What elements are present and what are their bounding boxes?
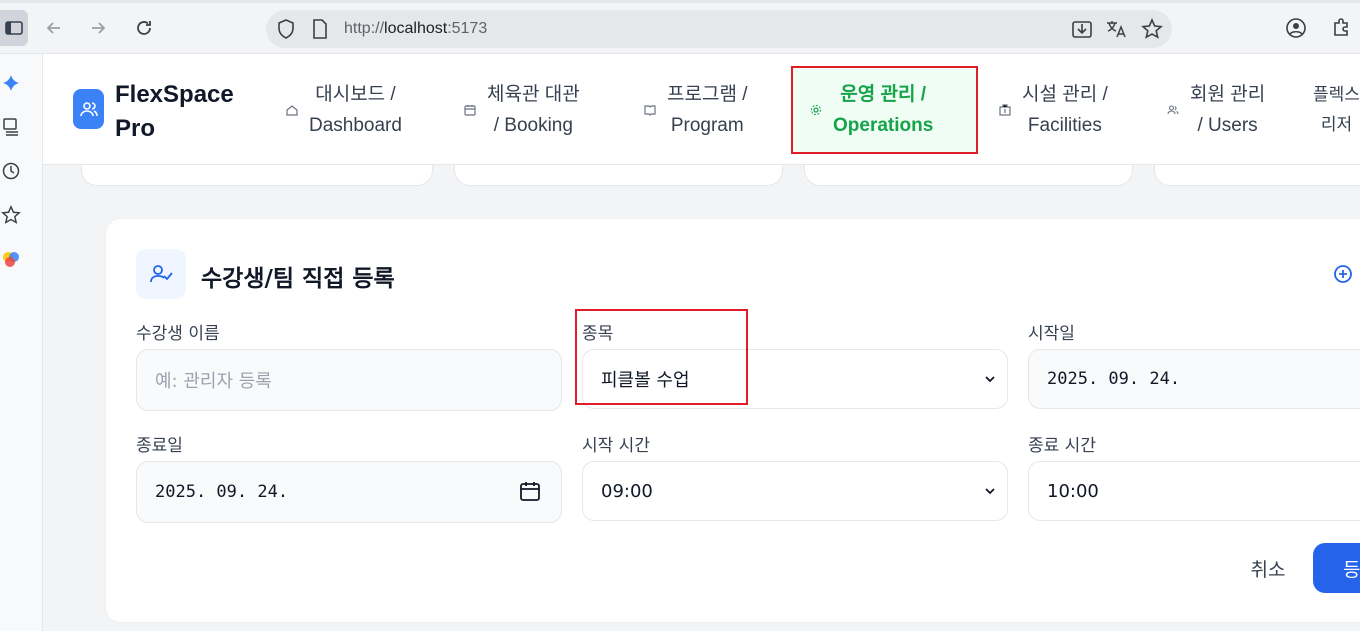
color-circles-icon[interactable] bbox=[0, 248, 22, 270]
users-logo-icon bbox=[79, 102, 98, 117]
sport-highlight-box bbox=[575, 309, 748, 405]
nav-facilities-label: 시설 관리 / Facilities bbox=[1022, 84, 1108, 136]
url-port: :5173 bbox=[447, 20, 488, 37]
chevron-down-icon bbox=[985, 376, 995, 383]
nav-operations-label: 운영 관리 / Operations bbox=[833, 84, 934, 136]
calendar-icon bbox=[463, 103, 477, 117]
puzzle-icon bbox=[1334, 18, 1348, 36]
end-time-label: 종료 시간 bbox=[1028, 436, 1096, 456]
nav-flex-label: 플렉스 리저 bbox=[1313, 85, 1360, 134]
student-name-label: 수강생 이름 bbox=[136, 324, 220, 344]
end-time-select[interactable]: 10:00 bbox=[1028, 461, 1360, 521]
building-icon bbox=[998, 103, 1012, 117]
extensions-button[interactable] bbox=[1326, 12, 1358, 44]
nav-booking-label: 체육관 대관 / Booking bbox=[487, 84, 580, 136]
nav-dashboard[interactable]: 대시보드 / Dashboard bbox=[285, 78, 402, 142]
sidebar-panel-icon bbox=[5, 21, 23, 35]
nav-booking[interactable]: 체육관 대관 / Booking bbox=[463, 78, 580, 142]
browser-toolbar: http://localhost:5173 bbox=[0, 0, 1360, 54]
start-date-input[interactable]: 2025. 09. 24. bbox=[1028, 349, 1360, 409]
arrow-right-icon bbox=[92, 22, 106, 34]
arrow-left-icon bbox=[46, 22, 60, 34]
end-date-value: 2025. 09. 24. bbox=[155, 482, 289, 502]
install-icon[interactable] bbox=[1070, 17, 1094, 41]
history-icon[interactable] bbox=[0, 160, 22, 182]
nav-program-label: 프로그램 / Program bbox=[667, 84, 748, 136]
nav-operations[interactable]: 운영 관리 / Operations bbox=[809, 78, 933, 142]
start-date-label: 시작일 bbox=[1028, 324, 1075, 344]
start-time-select[interactable]: 09:00 bbox=[582, 461, 1008, 521]
nav-users-label: 회원 관리 / Users bbox=[1190, 84, 1266, 136]
star-icon[interactable] bbox=[1140, 17, 1164, 41]
forward-button[interactable] bbox=[82, 12, 114, 44]
add-circle-icon[interactable] bbox=[1333, 264, 1353, 284]
profile-button[interactable] bbox=[1280, 12, 1312, 44]
start-time-value: 09:00 bbox=[601, 480, 653, 502]
end-date-label: 종료일 bbox=[136, 436, 183, 456]
cancel-button[interactable]: 취소 bbox=[1238, 543, 1298, 593]
end-date-input[interactable]: 2025. 09. 24. bbox=[136, 461, 562, 523]
brand-line-1: FlexSpace bbox=[115, 81, 234, 108]
home-icon bbox=[285, 103, 299, 117]
student-name-placeholder: 예: 관리자 등록 bbox=[155, 371, 272, 392]
book-icon bbox=[643, 103, 657, 117]
user-check-icon bbox=[136, 249, 186, 299]
tab-search-icon[interactable] bbox=[0, 116, 22, 138]
address-bar[interactable]: http://localhost:5173 bbox=[266, 10, 1172, 48]
shield-icon[interactable] bbox=[274, 17, 298, 41]
student-name-input[interactable]: 예: 관리자 등록 bbox=[136, 349, 562, 411]
nav-dashboard-label: 대시보드 / Dashboard bbox=[309, 84, 402, 136]
users-icon bbox=[1166, 103, 1180, 117]
brand-line-2: Pro bbox=[115, 115, 156, 142]
app-viewport: FlexSpace Pro 대시보드 / Dashboard 체육관 대관 / Bo… bbox=[43, 54, 1360, 631]
reload-button[interactable] bbox=[128, 12, 160, 44]
logo[interactable] bbox=[73, 89, 104, 129]
tab-strip-edge bbox=[0, 0, 1360, 3]
chevron-down-icon bbox=[985, 488, 995, 495]
submit-label: 등 bbox=[1343, 558, 1360, 581]
nav-program[interactable]: 프로그램 / Program bbox=[643, 78, 747, 142]
url-host: localhost bbox=[384, 20, 448, 37]
start-time-label: 시작 시간 bbox=[582, 436, 650, 456]
calendar-picker-icon[interactable] bbox=[519, 480, 541, 502]
section-title: 수강생/팀 직접 등록 bbox=[201, 266, 395, 292]
page-icon[interactable] bbox=[308, 17, 332, 41]
browser-side-rail bbox=[0, 54, 43, 631]
url-text[interactable]: http://localhost:5173 bbox=[344, 20, 487, 38]
sidebar-toggle-button[interactable] bbox=[0, 10, 28, 46]
start-date-value: 2025. 09. 24. bbox=[1047, 369, 1181, 389]
nav-users[interactable]: 회원 관리 / Users bbox=[1166, 78, 1265, 142]
gear-icon bbox=[809, 103, 823, 117]
end-time-value: 10:00 bbox=[1047, 480, 1099, 502]
nav-flex-partial[interactable]: 플렉스 리저 bbox=[1313, 78, 1360, 142]
submit-button[interactable]: 등 bbox=[1313, 543, 1360, 593]
sparkle-icon[interactable] bbox=[0, 72, 22, 94]
direct-registration-card: 수강생/팀 직접 등록 수강생 이름 예: 관리자 등록 종목 피클볼 수업 시… bbox=[105, 218, 1360, 623]
brand-name: FlexSpace Pro bbox=[115, 78, 245, 146]
profile-icon bbox=[1286, 18, 1306, 38]
bookmarks-star-icon[interactable] bbox=[0, 204, 22, 226]
app-header: FlexSpace Pro 대시보드 / Dashboard 체육관 대관 / Bo… bbox=[43, 54, 1360, 165]
reload-icon bbox=[137, 21, 151, 35]
nav-facilities[interactable]: 시설 관리 / Facilities bbox=[998, 78, 1108, 142]
back-button[interactable] bbox=[38, 12, 70, 44]
translate-icon[interactable] bbox=[1104, 17, 1128, 41]
url-protocol: http:// bbox=[344, 20, 385, 37]
